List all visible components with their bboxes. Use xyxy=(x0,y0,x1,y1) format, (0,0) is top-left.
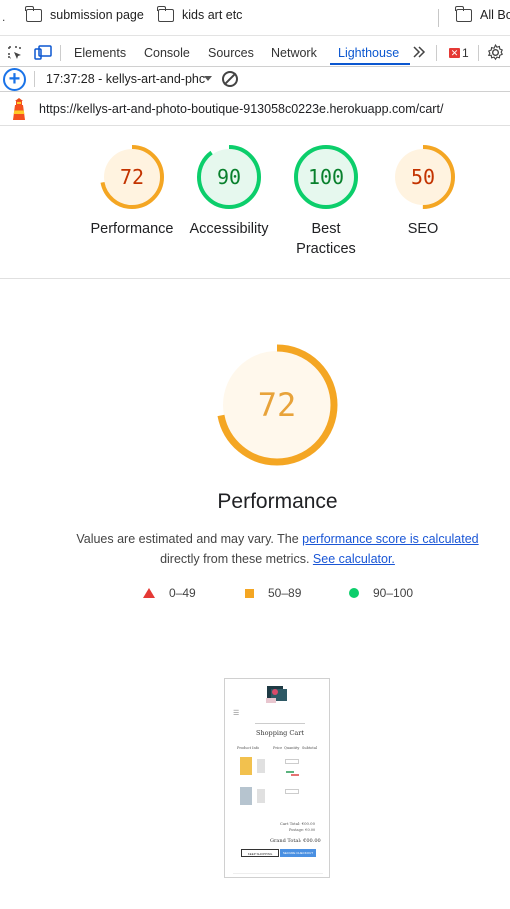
menu-icon: ☰ xyxy=(233,709,240,717)
thumb-grand-total: Grand Total: €00.00 xyxy=(270,838,321,844)
gauge-label-seo[interactable]: SEO xyxy=(373,219,473,239)
desc-text: Values are estimated and may vary. The xyxy=(76,532,303,546)
thumb-footer-rule xyxy=(233,873,323,874)
devtools-tab-bar: Elements Console Sources Network Lightho… xyxy=(0,40,510,67)
legend-label: 90–100 xyxy=(373,586,414,600)
report-url[interactable]: https://kellys-art-and-photo-boutique-91… xyxy=(39,102,443,116)
thumb-product-image xyxy=(240,787,252,805)
legend-fail: 0–49 xyxy=(143,586,196,600)
bookmark-label: kids art etc xyxy=(182,8,243,22)
thumb-delivery: Postage: €0.00 xyxy=(289,828,316,832)
settings-gear-icon[interactable] xyxy=(487,44,504,61)
folder-icon xyxy=(157,5,174,22)
legend-average: 50–89 xyxy=(245,586,301,600)
error-icon: ✕ xyxy=(449,48,460,58)
thumb-col: Product Info xyxy=(237,746,260,750)
thumb-cart-total: Cart Total: €00.00 xyxy=(280,821,316,826)
thumb-heading: Shopping Cart xyxy=(256,729,304,737)
gauge-label-accessibility[interactable]: Accessibility xyxy=(179,219,279,239)
fail-triangle-icon xyxy=(143,588,155,598)
lighthouse-toolbar: + 17:37:28 - kellys-art-and-phc xyxy=(0,67,510,92)
active-tab-indicator xyxy=(330,63,410,65)
bookmark-all-bookmarks[interactable]: All Bo xyxy=(455,5,510,22)
thumb-update-link xyxy=(286,771,294,773)
see-calculator-link[interactable]: See calculator. xyxy=(313,552,395,566)
thumb-qty-box xyxy=(285,759,299,764)
bookmark-divider xyxy=(438,9,439,27)
performance-title: Performance xyxy=(217,490,338,513)
bookmark-label: submission page xyxy=(50,8,144,22)
tab-lighthouse[interactable]: Lighthouse xyxy=(338,46,399,60)
average-square-icon xyxy=(245,588,254,598)
folder-icon xyxy=(25,5,42,22)
tab-divider xyxy=(60,45,61,61)
bookmark-label: All Bo xyxy=(480,8,510,22)
heading-rule xyxy=(255,723,305,724)
gauge-score: 72 xyxy=(119,165,145,189)
tab-sources[interactable]: Sources xyxy=(208,46,254,60)
performance-gauge-large: 72 xyxy=(215,343,339,467)
thumb-product-image xyxy=(240,757,252,775)
final-screenshot-thumbnail[interactable]: ☰ Shopping Cart Product Info Price Quant… xyxy=(224,678,330,878)
label-line: Best xyxy=(311,221,341,237)
performance-score: 72 xyxy=(257,386,297,424)
thumb-col: Quantity xyxy=(284,746,300,750)
device-toolbar-icon[interactable] xyxy=(34,45,52,61)
dropdown-caret-icon[interactable] xyxy=(204,76,212,81)
label-line: Practices xyxy=(296,241,356,257)
overflow-dot: . xyxy=(2,10,6,24)
clear-reports-icon[interactable] xyxy=(222,71,238,87)
report-url-bar: https://kellys-art-and-photo-boutique-91… xyxy=(0,92,510,126)
bookmark-kids-art[interactable]: kids art etc xyxy=(157,5,243,22)
folder-icon xyxy=(455,5,472,22)
thumb-col: Price xyxy=(273,746,283,750)
gauge-score: 90 xyxy=(216,165,242,189)
thumb-text-block xyxy=(257,789,265,803)
gauge-performance[interactable]: 72 xyxy=(99,144,165,210)
gauge-seo[interactable]: 50 xyxy=(390,144,456,210)
legend-label: 0–49 xyxy=(169,586,196,600)
gauge-accessibility[interactable]: 90 xyxy=(196,144,262,210)
more-tabs-chevron-icon[interactable] xyxy=(412,45,426,59)
thumb-remove-link xyxy=(291,774,299,776)
gauge-label-best-practices[interactable]: Best Practices xyxy=(276,219,376,259)
tab-console[interactable]: Console xyxy=(144,46,190,60)
thumb-qty-box xyxy=(285,789,299,794)
thumb-text-block xyxy=(257,759,265,773)
tab-divider xyxy=(436,45,437,61)
toolbar-divider xyxy=(34,71,35,87)
report-select[interactable]: 17:37:28 - kellys-art-and-phc xyxy=(46,72,205,86)
tab-network[interactable]: Network xyxy=(271,46,317,60)
thumb-checkout: SECURE CHECKOUT xyxy=(280,849,316,857)
legend-pass: 90–100 xyxy=(349,586,413,600)
performance-score-link[interactable]: performance score is calculated xyxy=(302,532,478,546)
new-report-plus-icon[interactable]: + xyxy=(3,68,26,91)
tab-elements[interactable]: Elements xyxy=(74,46,126,60)
legend-label: 50–89 xyxy=(268,586,302,600)
gauge-best-practices[interactable]: 100 xyxy=(293,144,359,210)
site-logo-icon xyxy=(266,686,287,703)
inspect-element-icon[interactable] xyxy=(7,45,23,61)
gauge-score: 100 xyxy=(307,165,345,189)
section-divider xyxy=(0,278,510,279)
tab-divider xyxy=(478,45,479,61)
desc-text: directly from these metrics. xyxy=(160,552,310,566)
lighthouse-logo-icon xyxy=(13,98,25,120)
error-count: 1 xyxy=(462,46,469,60)
thumb-keep-shopping: KEEP SHOPPING xyxy=(241,849,279,857)
gauge-label-performance[interactable]: Performance xyxy=(82,219,182,239)
thumb-col: Subtotal xyxy=(302,746,318,750)
error-counter[interactable]: ✕ 1 xyxy=(449,46,469,60)
gauge-score: 50 xyxy=(410,165,436,189)
pass-circle-icon xyxy=(349,588,359,598)
bookmark-submission-page[interactable]: submission page xyxy=(25,5,144,22)
bookmarks-bar: . submission page kids art etc All Bo xyxy=(0,0,510,36)
performance-description: Values are estimated and may vary. The p… xyxy=(60,529,495,569)
